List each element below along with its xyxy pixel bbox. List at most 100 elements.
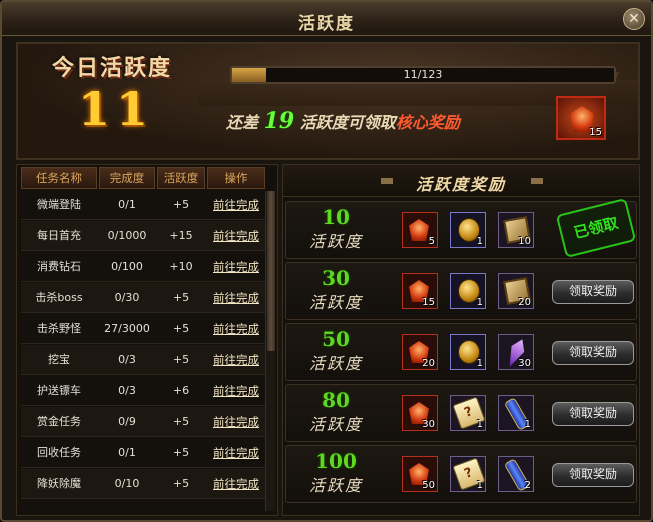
go-complete-link[interactable]: 前往完成: [207, 252, 265, 282]
tier-level-value: 80: [322, 388, 350, 412]
need-value: 19: [263, 108, 295, 134]
reward-item-slot[interactable]: 50: [402, 456, 438, 492]
claim-reward-button[interactable]: 领取奖励: [552, 341, 634, 365]
item-qty: 1: [476, 236, 483, 247]
reward-rows: 10 活跃度 5 1 10 已领取 30 活跃度 15 1 20 领取奖励 50 活跃度 20 1 30 领取奖励…: [283, 197, 639, 513]
tier-level-label: 活跃度: [308, 476, 363, 495]
activity-window: 活跃度 ✕ 今日活跃度 11 11/123 还差 19 活跃度可领取核心奖励 1…: [0, 0, 653, 522]
go-complete-link[interactable]: 前往完成: [207, 345, 265, 375]
reward-tier-row: 50 活跃度 20 1 30 领取奖励: [285, 323, 637, 381]
task-points: +6: [172, 384, 190, 397]
title-bar: 活跃度 ✕: [2, 2, 651, 36]
task-row: 每日首充 0/1000 +15 前往完成: [21, 221, 271, 251]
header-progress: 完成度: [99, 167, 155, 189]
window-title: 活跃度: [298, 14, 355, 34]
task-name: 每日首充: [37, 229, 81, 242]
header-action: 操作: [207, 167, 265, 189]
item-qty: 1: [476, 480, 483, 491]
item-qty: 1: [476, 419, 483, 430]
task-row: 击杀野怪 27/3000 +5 前往完成: [21, 314, 271, 344]
go-complete-link[interactable]: 前往完成: [207, 283, 265, 313]
item-qty: 20: [422, 358, 435, 369]
go-complete-link[interactable]: 前往完成: [207, 376, 265, 406]
task-name: 降妖除魔: [37, 477, 81, 490]
task-points: +5: [172, 477, 190, 490]
reward-item-slot[interactable]: 10: [498, 212, 534, 248]
task-points: +5: [172, 353, 190, 366]
item-qty: 50: [422, 480, 435, 491]
task-points: +5: [172, 415, 190, 428]
reward-tier-row: 10 活跃度 5 1 10 已领取: [285, 197, 637, 259]
reward-item-slot[interactable]: 2: [498, 456, 534, 492]
header-points: 活跃度: [157, 167, 205, 189]
tier-level: 10 活跃度: [296, 204, 376, 254]
remaining-points-line: 还差 19 活跃度可领取核心奖励: [226, 108, 460, 134]
tier-level-value: 10: [322, 205, 350, 229]
core-reward-item[interactable]: 15: [556, 96, 606, 140]
reward-item-slot[interactable]: 20: [498, 273, 534, 309]
task-scrollbar[interactable]: [265, 191, 275, 511]
reward-item-slot[interactable]: 1: [450, 273, 486, 309]
tier-level-value: 50: [322, 327, 350, 351]
task-name: 击杀boss: [35, 291, 83, 304]
today-activity-value: 11: [78, 82, 155, 136]
go-complete-link[interactable]: 前往完成: [207, 407, 265, 437]
go-complete-link[interactable]: 前往完成: [207, 438, 265, 468]
task-name: 护送镖车: [37, 384, 81, 397]
reward-item-slot[interactable]: 5: [402, 212, 438, 248]
task-row: 击杀boss 0/30 +5 前往完成: [21, 283, 271, 313]
progress-text: 11/123: [403, 68, 443, 81]
item-qty: 1: [476, 297, 483, 308]
tier-level: 50 活跃度: [296, 326, 376, 376]
task-name: 回收任务: [37, 446, 81, 459]
item-qty: 2: [524, 480, 531, 491]
reward-item-slot[interactable]: 20: [402, 334, 438, 370]
task-row: 微端登陆 0/1 +5 前往完成: [21, 190, 271, 220]
claim-reward-button[interactable]: 领取奖励: [552, 280, 634, 304]
tier-level-value: 30: [322, 266, 350, 290]
ornament-right: [531, 178, 543, 184]
go-complete-link[interactable]: 前往完成: [207, 221, 265, 251]
task-progress: 0/3: [118, 384, 136, 397]
task-row: 回收任务 0/1 +5 前往完成: [21, 438, 271, 468]
core-reward-text: 核心奖励: [395, 113, 460, 132]
reward-item-slot[interactable]: 15: [402, 273, 438, 309]
task-row: 降妖除魔 0/10 +5 前往完成: [21, 469, 271, 499]
reward-item-slot[interactable]: 1: [450, 395, 486, 431]
task-progress: 27/3000: [104, 322, 150, 335]
reward-item-slot[interactable]: 1: [450, 334, 486, 370]
item-qty: 5: [428, 236, 435, 247]
task-table-header: 任务名称 完成度 活跃度 操作: [21, 167, 269, 189]
close-icon[interactable]: ✕: [623, 8, 645, 30]
reward-item-slot[interactable]: 1: [450, 456, 486, 492]
reward-item-slot[interactable]: 30: [498, 334, 534, 370]
task-rows: 微端登陆 0/1 +5 前往完成 每日首充 0/1000 +15 前往完成 消费钻石 0/100 +…: [17, 190, 271, 512]
reward-title: 活跃度奖励: [415, 175, 506, 194]
item-qty: 15: [589, 127, 602, 138]
claim-reward-button[interactable]: 领取奖励: [552, 402, 634, 426]
reward-tier-row: 30 活跃度 15 1 20 领取奖励: [285, 262, 637, 320]
reward-item-slot[interactable]: 1: [450, 212, 486, 248]
tier-level-label: 活跃度: [308, 415, 363, 434]
task-name: 消费钻石: [37, 260, 81, 273]
tier-level-label: 活跃度: [308, 232, 363, 251]
go-complete-link[interactable]: 前往完成: [207, 314, 265, 344]
claimed-stamp: 已领取: [555, 197, 637, 259]
claim-reward-button[interactable]: 领取奖励: [552, 463, 634, 487]
reward-item-slot[interactable]: 30: [402, 395, 438, 431]
reward-item-slot[interactable]: 1: [498, 395, 534, 431]
item-qty: 20: [518, 297, 531, 308]
tier-level-value: 100: [315, 449, 357, 473]
scroll-thumb[interactable]: [267, 191, 275, 351]
item-qty: 15: [422, 297, 435, 308]
reward-title-bar: 活跃度奖励: [283, 165, 639, 197]
tier-level: 30 活跃度: [296, 265, 376, 315]
task-list-panel: 任务名称 完成度 活跃度 操作 微端登陆 0/1 +5 前往完成每日首充 0/1000 +…: [16, 164, 278, 516]
tier-level-label: 活跃度: [308, 354, 363, 373]
go-complete-link[interactable]: 前往完成: [207, 190, 265, 220]
go-complete-link[interactable]: 前往完成: [207, 469, 265, 499]
task-row: 护送镖车 0/3 +6 前往完成: [21, 376, 271, 406]
item-qty: 1: [476, 358, 483, 369]
task-progress: 0/1000: [107, 229, 147, 242]
task-name: 挖宝: [48, 353, 70, 366]
